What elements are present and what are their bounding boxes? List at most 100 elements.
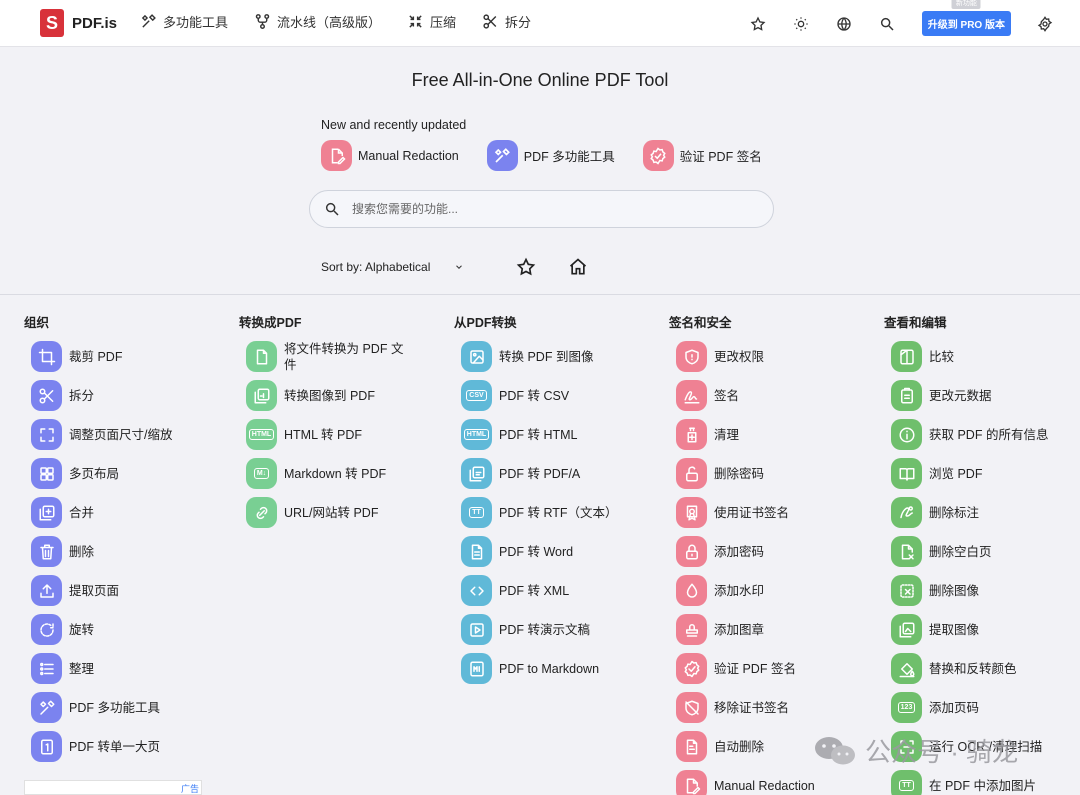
tool-item[interactable]: 移除证书签名	[669, 688, 860, 727]
language-globe-icon[interactable]	[836, 16, 852, 32]
wechat-icon	[815, 736, 855, 764]
tool-label: 自动删除	[714, 739, 765, 754]
gear-icon[interactable]	[1037, 15, 1053, 32]
tool-item[interactable]: PDF 转 Word	[454, 532, 645, 571]
tool-item[interactable]: 删除密码	[669, 454, 860, 493]
theme-sun-icon[interactable]	[793, 16, 809, 32]
search-icon[interactable]	[879, 16, 895, 32]
tool-item[interactable]: 添加图章	[669, 610, 860, 649]
tool-item[interactable]: 旋转	[24, 610, 215, 649]
tool-item[interactable]: 转换 PDF 到图像	[454, 337, 645, 376]
tool-label: 多页布局	[69, 466, 120, 481]
nav-item-multitool[interactable]: 多功能工具	[140, 12, 228, 31]
scissors-icon	[483, 14, 497, 29]
tool-item[interactable]: 删除	[24, 532, 215, 571]
tool-item[interactable]: 整理	[24, 649, 215, 688]
tool-item[interactable]: 替换和反转颜色	[884, 649, 1075, 688]
nav-item-pipeline[interactable]: 流水线（高级版）	[254, 12, 381, 31]
nav-item-split[interactable]: 拆分	[482, 12, 531, 31]
tool-label: PDF 转单一大页	[69, 739, 160, 754]
remove-cert-icon	[676, 692, 707, 723]
tool-item[interactable]: 123 添加页码	[884, 688, 1075, 727]
tool-item[interactable]: 裁剪 PDF	[24, 337, 215, 376]
tool-label: 提取页面	[69, 583, 120, 598]
tool-item[interactable]: 转换图像到 PDF	[239, 376, 430, 415]
home-icon[interactable]	[568, 257, 588, 277]
sort-dropdown[interactable]: Sort by: Alphabetical	[321, 260, 481, 274]
nav-item-compress[interactable]: 压缩	[407, 12, 456, 31]
recent-item-manual-redaction[interactable]: Manual Redaction	[321, 140, 459, 171]
tool-item[interactable]: PDF 转 PDF/A	[454, 454, 645, 493]
nav-label: 拆分	[505, 15, 532, 30]
tool-column: 签名和安全 更改权限 签名 清理 删除密码 使用证书签名 添加密码 添加水印 添加图章 验证 PD…	[645, 305, 860, 795]
tool-item[interactable]: CSV PDF 转 CSV	[454, 376, 645, 415]
search-input[interactable]	[352, 202, 752, 216]
tool-item[interactable]: 删除空白页	[884, 532, 1075, 571]
file-icon	[246, 341, 277, 372]
info-icon	[891, 419, 922, 450]
tool-item[interactable]: M↓ Markdown 转 PDF	[239, 454, 430, 493]
tool-item[interactable]: 调整页面尺寸/缩放	[24, 415, 215, 454]
tool-item[interactable]: PDF to Markdown	[454, 649, 645, 688]
recent-item-verify-signature[interactable]: 验证 PDF 签名	[642, 140, 762, 171]
tool-item[interactable]: 删除图像	[884, 571, 1075, 610]
tool-item[interactable]: 多页布局	[24, 454, 215, 493]
tool-item[interactable]: HTML HTML 转 PDF	[239, 415, 430, 454]
search-icon	[325, 202, 339, 216]
tool-item[interactable]: PDF 转 XML	[454, 571, 645, 610]
tool-item[interactable]: TT 在 PDF 中添加图片	[884, 766, 1075, 795]
favorites-star-icon[interactable]	[516, 257, 536, 277]
watermark: 公众号 · 骑龙	[813, 732, 1018, 769]
tool-item[interactable]: 拆分	[24, 376, 215, 415]
tool-item[interactable]: 删除标注	[884, 493, 1075, 532]
verified-icon	[642, 140, 674, 171]
tool-label: 更改元数据	[929, 388, 992, 403]
tool-item[interactable]: 浏览 PDF	[884, 454, 1075, 493]
tool-item[interactable]: 清理	[669, 415, 860, 454]
tool-item[interactable]: 更改权限	[669, 337, 860, 376]
tool-item[interactable]: 添加水印	[669, 571, 860, 610]
brand[interactable]: S PDF.is	[40, 9, 117, 37]
redact-icon	[676, 770, 707, 795]
tool-label: 合并	[69, 505, 95, 520]
clipboard-icon	[891, 380, 922, 411]
tool-item[interactable]: Manual Redaction	[669, 766, 860, 795]
ad-banner[interactable]: 广告	[24, 780, 202, 795]
tool-item[interactable]: 使用证书签名	[669, 493, 860, 532]
tool-item[interactable]: 合并	[24, 493, 215, 532]
recent-label: New and recently updated	[321, 118, 467, 132]
tool-item[interactable]: 更改元数据	[884, 376, 1075, 415]
tool-item[interactable]: 将文件转换为 PDF 文件	[239, 337, 430, 376]
tool-item[interactable]: 提取页面	[24, 571, 215, 610]
rotate-icon	[31, 614, 62, 645]
tool-item[interactable]: PDF 转演示文稿	[454, 610, 645, 649]
tool-item[interactable]: 签名	[669, 376, 860, 415]
shield-icon	[676, 341, 707, 372]
tool-item[interactable]: TT PDF 转 RTF（文本）	[454, 493, 645, 532]
tool-item[interactable]: 比较	[884, 337, 1075, 376]
html-icon: HTML	[246, 419, 277, 450]
tool-item[interactable]: URL/网站转 PDF	[239, 493, 430, 532]
tool-item[interactable]: 验证 PDF 签名	[669, 649, 860, 688]
add-image-icon-text: TT	[899, 780, 914, 791]
tool-item[interactable]: 添加密码	[669, 532, 860, 571]
tool-item[interactable]: HTML PDF 转 HTML	[454, 415, 645, 454]
book-icon	[891, 458, 922, 489]
star-icon[interactable]	[750, 15, 766, 32]
tool-label: Markdown 转 PDF	[284, 466, 387, 481]
pro-upgrade: 新功能 升级到 PRO 版本	[921, 0, 1011, 36]
tool-item[interactable]: 获取 PDF 的所有信息	[884, 415, 1075, 454]
tool-item[interactable]: PDF 多功能工具	[24, 688, 215, 727]
tool-label: PDF 转 XML	[499, 583, 570, 598]
tool-label: 在 PDF 中添加图片	[929, 778, 1036, 793]
auto-redact-icon	[676, 731, 707, 762]
slides-icon	[461, 614, 492, 645]
compress-icon	[409, 15, 422, 28]
tool-item[interactable]: 提取图像	[884, 610, 1075, 649]
recent-item-multitool[interactable]: PDF 多功能工具	[486, 140, 615, 171]
tool-label: URL/网站转 PDF	[284, 505, 379, 520]
tool-item[interactable]: PDF 转单一大页	[24, 727, 215, 766]
upgrade-pro-button[interactable]: 升级到 PRO 版本	[921, 11, 1011, 36]
nav-label: 流水线（高级版）	[277, 15, 382, 30]
sanitize-icon	[676, 419, 707, 450]
